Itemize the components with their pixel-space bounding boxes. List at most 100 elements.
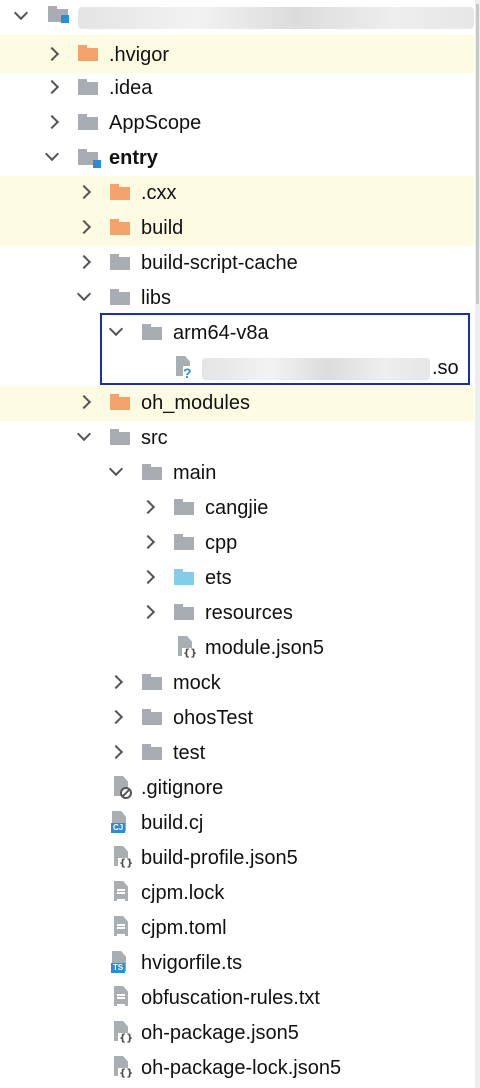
tree-row-resources[interactable]: resources (0, 596, 474, 631)
tree-row-oh-package[interactable]: {} oh-package.json5 (0, 1016, 474, 1051)
tree-item-label: .idea (109, 77, 153, 99)
tree-row-obfuscation-rules[interactable]: obfuscation-rules.txt (0, 981, 474, 1016)
tree-row-oh-modules[interactable]: oh_modules (0, 386, 474, 421)
vertical-scrollbar[interactable] (475, 0, 480, 1088)
ignore-file-icon (114, 776, 132, 799)
chevron-down-icon[interactable] (108, 461, 124, 477)
chevron-right-icon[interactable] (140, 569, 156, 585)
tree-row-src[interactable]: src (0, 421, 474, 456)
tree-row-cjpm-toml[interactable]: cjpm.toml (0, 911, 474, 946)
folder-icon (110, 429, 130, 445)
tree-item-label: mock (173, 672, 221, 694)
tree-item-label: libs (141, 287, 172, 309)
tree-item-label: build.cj (141, 812, 204, 834)
folder-icon (174, 499, 194, 515)
chevron-down-icon[interactable] (44, 146, 60, 162)
tree-row-libs[interactable]: libs (0, 281, 474, 316)
chevron-right-icon[interactable] (76, 184, 92, 200)
folder-icon (110, 184, 130, 200)
highlight-box (100, 313, 470, 385)
tree-row-hvigorfile[interactable]: TS hvigorfile.ts (0, 946, 474, 981)
json-file-icon: {} (114, 1056, 135, 1080)
tree-row-idea[interactable]: .idea (0, 71, 474, 106)
chevron-right-icon[interactable] (108, 709, 124, 725)
folder-icon (142, 709, 162, 725)
tree-row-build-profile[interactable]: {} build-profile.json5 (0, 841, 474, 876)
tree-row-entry[interactable]: entry (0, 141, 474, 176)
chevron-right-icon[interactable] (44, 79, 60, 95)
tree-item-label: main (173, 462, 217, 484)
folder-icon (142, 674, 162, 690)
folder-icon (174, 604, 194, 620)
project-tree: .hvigor .idea AppScope entry .cxx build … (0, 0, 474, 1088)
tree-row-ets[interactable]: ets (0, 561, 474, 596)
tree-row-module-json5[interactable]: {} module.json5 (0, 631, 474, 666)
folder-icon (174, 534, 194, 550)
tree-item-label: .hvigor (109, 44, 170, 66)
tree-item-label: obfuscation-rules.txt (141, 987, 320, 1009)
tree-row-build-cj[interactable]: CJ build.cj (0, 806, 474, 841)
chevron-right-icon[interactable] (108, 744, 124, 760)
chevron-down-icon[interactable] (76, 426, 92, 442)
tree-item-label: oh_modules (141, 392, 250, 414)
redacted-project-name (78, 7, 474, 29)
tree-row-test[interactable]: test (0, 736, 474, 771)
scrollbar-thumb[interactable] (476, 4, 479, 304)
chevron-right-icon[interactable] (140, 604, 156, 620)
chevron-right-icon[interactable] (44, 46, 60, 62)
chevron-right-icon[interactable] (76, 219, 92, 235)
chevron-right-icon[interactable] (108, 674, 124, 690)
tree-item-label: src (141, 427, 168, 449)
tree-row-ohostest[interactable]: ohosTest (0, 701, 474, 736)
folder-icon (110, 394, 130, 410)
chevron-right-icon[interactable] (140, 499, 156, 515)
tree-item-label: cjpm.lock (141, 882, 225, 904)
typescript-file-icon: TS (111, 951, 129, 973)
tree-item-label: test (173, 742, 206, 764)
tree-row-build-script-cache[interactable]: build-script-cache (0, 246, 474, 281)
tree-item-label: oh-package-lock.json5 (141, 1057, 342, 1079)
source-folder-icon (174, 569, 194, 585)
tree-item-label: build-script-cache (141, 252, 298, 274)
json-file-icon: {} (114, 1021, 135, 1045)
tree-item-label: ohosTest (173, 707, 254, 729)
folder-icon (110, 219, 130, 235)
tree-row-gitignore[interactable]: .gitignore (0, 771, 474, 806)
folder-icon (78, 45, 98, 61)
tree-row-cangjie[interactable]: cangjie (0, 491, 474, 526)
chevron-down-icon[interactable] (76, 286, 92, 302)
module-folder-icon (48, 6, 69, 23)
tree-row-cjpm-lock[interactable]: cjpm.lock (0, 876, 474, 911)
chevron-right-icon[interactable] (76, 394, 92, 410)
tree-row-mock[interactable]: mock (0, 666, 474, 701)
tree-item-label: cangjie (205, 497, 269, 519)
tree-row-root[interactable] (0, 0, 474, 35)
folder-icon (142, 464, 162, 480)
chevron-down-icon[interactable] (13, 5, 29, 21)
tree-item-label: .cxx (141, 182, 177, 204)
tree-row-oh-package-lock[interactable]: {} oh-package-lock.json5 (0, 1051, 474, 1086)
tree-item-label: module.json5 (205, 637, 324, 659)
folder-icon (78, 79, 98, 95)
tree-item-label: oh-package.json5 (141, 1022, 299, 1044)
folder-icon (78, 114, 98, 130)
chevron-right-icon[interactable] (44, 114, 60, 130)
text-file-icon (114, 916, 131, 938)
tree-item-label: cjpm.toml (141, 917, 227, 939)
tree-row-build[interactable]: build (0, 211, 474, 246)
folder-icon (110, 289, 130, 305)
tree-row-hvigor[interactable]: .hvigor (0, 35, 474, 73)
tree-row-main[interactable]: main (0, 456, 474, 491)
tree-item-label: entry (109, 147, 158, 169)
tree-item-label: ets (205, 567, 232, 589)
json-file-icon: {} (178, 636, 199, 660)
tree-row-appscope[interactable]: AppScope (0, 106, 474, 141)
text-file-icon (114, 986, 131, 1008)
text-file-icon (114, 881, 131, 903)
tree-item-label: hvigorfile.ts (141, 952, 243, 974)
tree-row-cxx[interactable]: .cxx (0, 176, 474, 211)
chevron-right-icon[interactable] (76, 254, 92, 270)
tree-row-cpp[interactable]: cpp (0, 526, 474, 561)
folder-icon (110, 254, 130, 270)
chevron-right-icon[interactable] (140, 534, 156, 550)
